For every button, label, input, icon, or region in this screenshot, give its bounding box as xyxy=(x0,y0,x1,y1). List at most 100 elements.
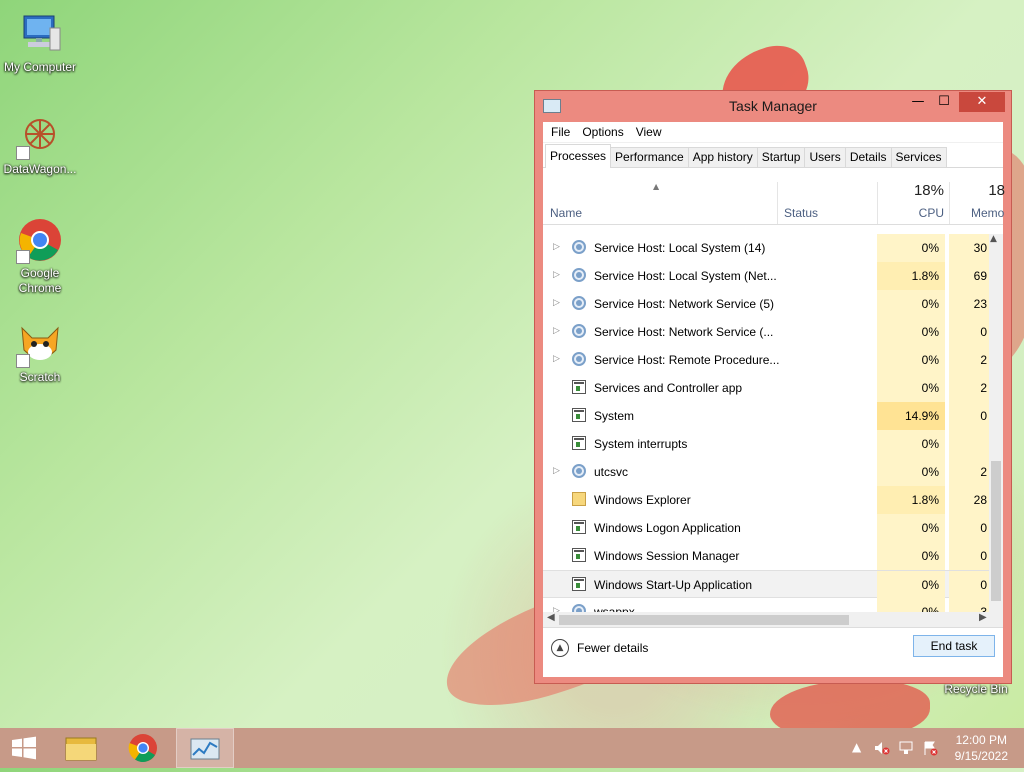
process-cpu: 0% xyxy=(877,234,945,262)
column-status[interactable]: Status xyxy=(784,206,818,220)
process-row[interactable]: Windows Start-Up Application 0% 0 xyxy=(543,570,989,599)
desktop-icon-label: Recycle Bin xyxy=(944,682,1008,696)
process-row[interactable]: ▷ Service Host: Remote Procedure... 0% 2 xyxy=(543,346,989,374)
desktop-icon-label: DataWagon... xyxy=(3,162,77,176)
gear-icon xyxy=(572,324,586,338)
action-center-flag-icon[interactable] xyxy=(922,740,938,759)
sort-ascending-icon: ▲ xyxy=(653,182,660,191)
tab-performance[interactable]: Performance xyxy=(610,147,689,167)
scroll-right-icon[interactable]: ▶ xyxy=(979,612,987,623)
process-row[interactable]: ▷ utcsvc 0% 2 xyxy=(543,458,989,486)
desktop-icon-my-computer[interactable]: My Computer xyxy=(0,10,80,75)
expand-chevron-icon[interactable]: ▷ xyxy=(553,466,560,476)
process-row[interactable]: Windows Explorer 1.8% 28 xyxy=(543,486,989,514)
process-memory: 23 xyxy=(949,290,989,318)
tab-users[interactable]: Users xyxy=(804,147,846,167)
expand-chevron-icon[interactable]: ▷ xyxy=(553,242,560,252)
process-row[interactable]: System 14.9% 0 xyxy=(543,402,989,430)
taskbar-task-manager[interactable] xyxy=(176,728,234,768)
window-icon xyxy=(572,548,586,562)
process-cpu: 0% xyxy=(877,290,945,318)
process-name: utcsvc xyxy=(594,465,629,479)
process-memory: 30 xyxy=(949,234,989,262)
process-row[interactable]: ▷ Service Host: Local System (14) 0% 30 xyxy=(543,234,989,262)
process-cpu: 0% xyxy=(877,430,945,458)
tab-startup[interactable]: Startup xyxy=(756,147,806,167)
expand-chevron-icon[interactable]: ▷ xyxy=(553,298,560,308)
scratch-cat-icon xyxy=(16,320,64,368)
shortcut-arrow-icon xyxy=(16,146,30,160)
menu-view[interactable]: View xyxy=(630,122,668,142)
process-memory: 0 xyxy=(949,571,989,599)
expand-chevron-icon[interactable]: ▷ xyxy=(553,270,560,280)
column-memory[interactable]: Memo xyxy=(971,206,1004,220)
process-row[interactable]: Windows Logon Application 0% 0 xyxy=(543,514,989,542)
process-row[interactable]: ▷ Service Host: Network Service (... 0% 0 xyxy=(543,318,989,346)
horizontal-scrollbar[interactable]: ◀ ▶ xyxy=(543,612,1003,627)
expand-chevron-icon[interactable]: ▷ xyxy=(553,354,560,364)
memory-total-percent: 18 xyxy=(988,182,1005,199)
process-memory: 69 xyxy=(949,262,989,290)
process-memory: 0 xyxy=(949,402,989,430)
window-icon xyxy=(572,408,586,422)
process-cpu: 0% xyxy=(877,542,945,570)
process-name: System interrupts xyxy=(594,437,688,451)
tab-services[interactable]: Services xyxy=(890,147,947,167)
process-row[interactable]: ▷ Service Host: Local System (Net... 1.8% 6… xyxy=(543,262,989,290)
taskbar-file-explorer[interactable] xyxy=(55,728,111,768)
column-name[interactable]: Name xyxy=(550,206,582,220)
taskbar-chrome[interactable] xyxy=(115,728,171,768)
chevron-up-icon[interactable]: ▲ xyxy=(551,639,569,657)
process-cpu: 14.9% xyxy=(877,402,945,430)
system-clock[interactable]: 12:00 PM 9/15/2022 xyxy=(955,732,1008,764)
menu-file[interactable]: File xyxy=(545,122,576,142)
column-divider[interactable] xyxy=(777,182,778,224)
process-row[interactable]: Windows Session Manager 0% 0 xyxy=(543,542,989,570)
show-hidden-icons-button[interactable]: ▲ xyxy=(852,740,861,754)
menu-options[interactable]: Options xyxy=(576,122,629,142)
scrollbar-thumb[interactable] xyxy=(991,461,1001,601)
desktop-icon-label: Scratch xyxy=(19,370,61,384)
minimize-button[interactable]: — xyxy=(905,92,931,112)
desktop-icon-scratch[interactable]: Scratch xyxy=(0,320,80,385)
process-name: Service Host: Network Service (... xyxy=(594,325,774,339)
scroll-up-icon[interactable]: ▲ xyxy=(990,234,997,244)
vertical-scrollbar[interactable]: ▲ ▼ xyxy=(989,234,1003,627)
process-name: Windows Logon Application xyxy=(594,521,741,535)
windows-logo-icon xyxy=(12,736,36,760)
computer-icon xyxy=(16,10,64,58)
tab-app-history[interactable]: App history xyxy=(687,147,758,167)
process-memory: 2 xyxy=(949,374,989,402)
process-row[interactable]: System interrupts 0% xyxy=(543,430,989,458)
process-memory xyxy=(949,430,989,458)
gear-icon xyxy=(572,268,586,282)
process-row[interactable]: ▷ Service Host: Network Service (5) 0% 23 xyxy=(543,290,989,318)
close-button[interactable]: ✕ xyxy=(959,92,1005,112)
tab-details[interactable]: Details xyxy=(844,147,892,167)
process-row[interactable]: Services and Controller app 0% 2 xyxy=(543,374,989,402)
desktop-icon-datawagon[interactable]: DataWagon... xyxy=(0,112,80,177)
fewer-details-link[interactable]: Fewer details xyxy=(577,641,648,655)
end-task-button[interactable]: End task xyxy=(913,635,995,657)
column-header: ▲ Name Status 18% CPU 18 Memo xyxy=(543,168,1005,225)
title-bar[interactable]: Task Manager — ☐ ✕ xyxy=(535,91,1011,121)
start-button[interactable] xyxy=(0,728,56,768)
desktop-icon-google-chrome[interactable]: Google Chrome xyxy=(0,216,80,296)
cpu-total-percent: 18% xyxy=(913,182,944,199)
column-divider[interactable] xyxy=(949,182,950,224)
process-cpu: 0% xyxy=(877,514,945,542)
desktop-icon-recycle-bin[interactable]: Recycle Bin xyxy=(936,682,1016,697)
expand-chevron-icon[interactable]: ▷ xyxy=(553,326,560,336)
maximize-button[interactable]: ☐ xyxy=(931,92,957,112)
volume-muted-icon[interactable] xyxy=(874,740,890,759)
task-manager-icon xyxy=(190,738,220,760)
network-icon[interactable] xyxy=(898,740,914,759)
scroll-left-icon[interactable]: ◀ xyxy=(547,612,555,623)
window-icon xyxy=(572,380,586,394)
process-name: Service Host: Network Service (5) xyxy=(594,297,775,311)
tab-processes[interactable]: Processes xyxy=(545,144,612,168)
chrome-icon xyxy=(128,734,157,762)
column-cpu[interactable]: CPU xyxy=(877,206,944,220)
process-cpu: 1.8% xyxy=(877,486,945,514)
scrollbar-thumb[interactable] xyxy=(559,615,849,625)
